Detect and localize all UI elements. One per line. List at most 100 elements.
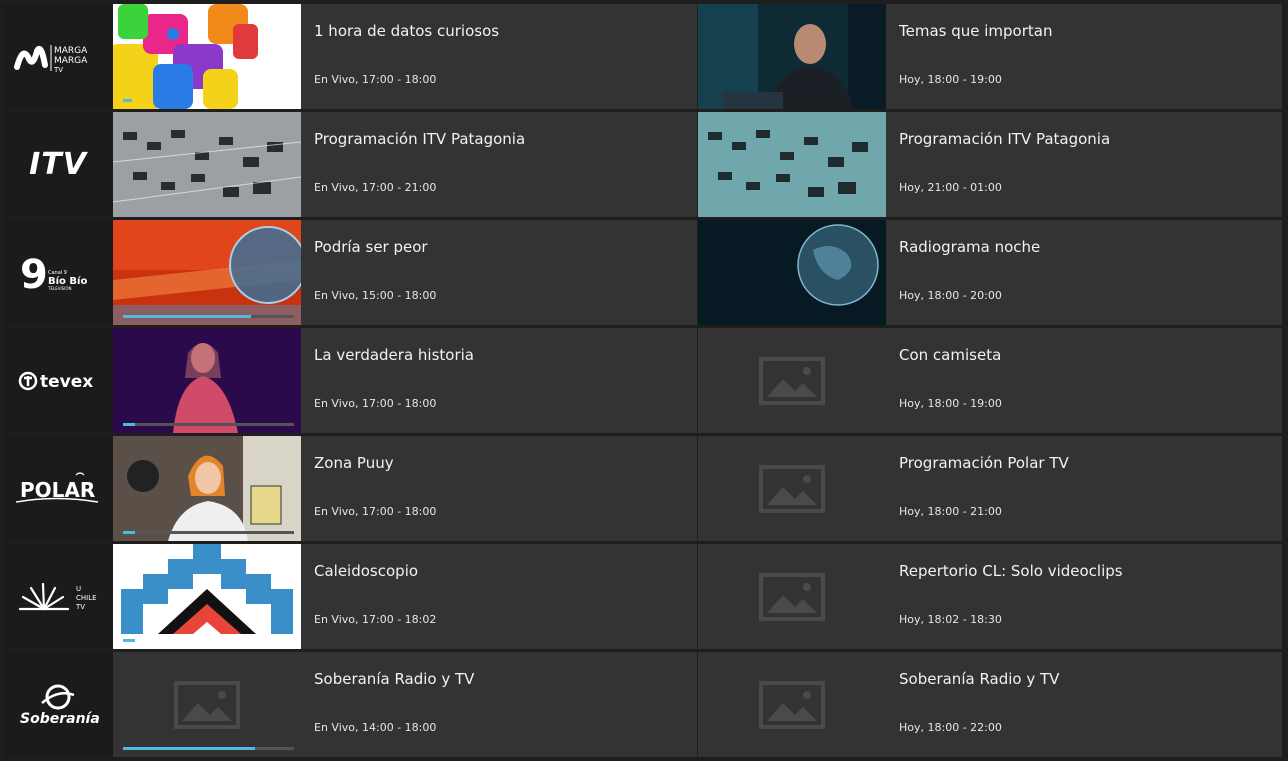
program-title: Podría ser peor — [314, 238, 428, 256]
soberania-logo-icon: Soberanía — [20, 684, 100, 727]
program-now[interactable]: Podría ser peor En Vivo, 15:00 - 18:00 — [113, 220, 697, 325]
program-thumbnail — [113, 220, 301, 325]
channel-logo-polar[interactable]: POLAR — [3, 436, 113, 541]
program-thumbnail — [698, 544, 886, 649]
program-next[interactable]: Programación ITV Patagonia Hoy, 21:00 - … — [698, 112, 1282, 217]
image-placeholder-icon — [759, 572, 825, 621]
channel-logo-tevex[interactable]: tevex — [3, 328, 113, 433]
program-title: Con camiseta — [899, 346, 1002, 364]
progress-fill — [123, 639, 135, 642]
program-time: En Vivo, 17:00 - 18:00 — [314, 505, 437, 518]
svg-text:CHILE: CHILE — [76, 594, 97, 602]
svg-text:MARGA: MARGA — [54, 46, 88, 56]
program-title: Programación ITV Patagonia — [899, 130, 1111, 148]
channel-row: U CHILE TV Caleidoscopio En Vivo, 17:00 … — [0, 544, 1288, 649]
polar-logo-icon: POLAR — [16, 471, 99, 503]
program-thumbnail — [113, 652, 301, 757]
svg-text:TELEVISIÓN: TELEVISIÓN — [47, 286, 72, 291]
dark-earth-image — [698, 220, 886, 325]
program-time: En Vivo, 17:00 - 18:00 — [314, 397, 437, 410]
channel-row: tevex La verdadera historia En Vivo, 17:… — [0, 328, 1288, 433]
program-thumbnail — [698, 328, 886, 433]
program-next[interactable]: Con camiseta Hoy, 18:00 - 19:00 — [698, 328, 1282, 433]
program-thumbnail — [698, 652, 886, 757]
program-time: En Vivo, 17:00 - 21:00 — [314, 181, 437, 194]
program-thumbnail — [698, 112, 886, 217]
tevex-logo-icon: tevex — [18, 371, 93, 392]
program-title: Repertorio CL: Solo videoclips — [899, 562, 1123, 580]
program-time: En Vivo, 17:00 - 18:02 — [314, 613, 437, 626]
program-time: Hoy, 18:00 - 19:00 — [899, 397, 1002, 410]
progress-fill — [123, 747, 255, 750]
svg-text:TV: TV — [75, 603, 85, 611]
program-time: Hoy, 18:00 - 19:00 — [899, 73, 1002, 86]
canal-9-bio-bio-logo-icon: 9 Canal 9 Bío Bío TELEVISIÓN — [20, 252, 87, 298]
progress-fill — [123, 315, 252, 318]
program-time: Hoy, 18:00 - 21:00 — [899, 505, 1002, 518]
program-thumbnail — [113, 544, 301, 649]
program-next[interactable]: Programación Polar TV Hoy, 18:00 - 21:00 — [698, 436, 1282, 541]
program-title: Programación ITV Patagonia — [314, 130, 526, 148]
mixer-console-image — [113, 112, 301, 217]
girl-with-book-image — [113, 436, 301, 541]
program-time: Hoy, 18:02 - 18:30 — [899, 613, 1002, 626]
channel-logo-bio-bio[interactable]: 9 Canal 9 Bío Bío TELEVISIÓN — [3, 220, 113, 325]
program-time: Hoy, 21:00 - 01:00 — [899, 181, 1002, 194]
svg-text:9: 9 — [20, 252, 48, 298]
channel-row: ITV Programación ITV Patagonia En Vivo, … — [0, 112, 1288, 217]
program-next[interactable]: Radiograma noche Hoy, 18:00 - 20:00 — [698, 220, 1282, 325]
program-now[interactable]: Soberanía Radio y TV En Vivo, 14:00 - 18… — [113, 652, 697, 757]
program-now[interactable]: 1 hora de datos curiosos En Vivo, 17:00 … — [113, 4, 697, 109]
program-title: Soberanía Radio y TV — [899, 670, 1060, 688]
progress-bar — [123, 315, 294, 318]
svg-text:tevex: tevex — [40, 372, 93, 392]
program-title: Radiograma noche — [899, 238, 1041, 256]
image-placeholder-icon — [759, 464, 825, 513]
channel-logo-soberania[interactable]: Soberanía — [3, 652, 113, 757]
program-title: 1 hora de datos curiosos — [314, 22, 500, 40]
progress-bar — [123, 639, 294, 642]
woman-purple-image — [113, 328, 301, 433]
program-title: Temas que importan — [899, 22, 1053, 40]
program-time: En Vivo, 14:00 - 18:00 — [314, 721, 437, 734]
program-time: En Vivo, 17:00 - 18:00 — [314, 73, 437, 86]
program-thumbnail — [698, 436, 886, 541]
program-thumbnail — [113, 436, 301, 541]
channel-row: POLAR Zona Puuy En Vivo, 17:00 - 18:00 P… — [0, 436, 1288, 541]
progress-fill — [123, 423, 135, 426]
program-time: Hoy, 18:00 - 20:00 — [899, 289, 1002, 302]
channel-logo-itv[interactable]: ITV — [3, 112, 113, 217]
program-now[interactable]: La verdadera historia En Vivo, 17:00 - 1… — [113, 328, 697, 433]
program-thumbnail — [698, 4, 886, 109]
progress-fill — [123, 99, 132, 102]
svg-text:U: U — [76, 585, 81, 593]
image-placeholder-icon — [759, 356, 825, 405]
program-now[interactable]: Caleidoscopio En Vivo, 17:00 - 18:02 — [113, 544, 697, 649]
epg-grid: MARGA MARGA TV 1 hora de datos curiosos … — [0, 0, 1288, 761]
program-thumbnail — [113, 4, 301, 109]
mixer-console-teal-image — [698, 112, 886, 217]
program-thumbnail — [113, 328, 301, 433]
program-next[interactable]: Soberanía Radio y TV Hoy, 18:00 - 22:00 — [698, 652, 1282, 757]
program-next[interactable]: Temas que importan Hoy, 18:00 - 19:00 — [698, 4, 1282, 109]
channel-row: Soberanía Soberanía Radio y TV En Vivo, … — [0, 652, 1288, 757]
red-globe-image — [113, 220, 301, 325]
progress-fill — [123, 531, 135, 534]
image-placeholder-icon — [759, 680, 825, 729]
program-next[interactable]: Repertorio CL: Solo videoclips Hoy, 18:0… — [698, 544, 1282, 649]
program-title: Zona Puuy — [314, 454, 394, 472]
program-thumbnail — [113, 112, 301, 217]
program-thumbnail — [698, 220, 886, 325]
program-time: Hoy, 18:00 - 22:00 — [899, 721, 1002, 734]
program-time: En Vivo, 15:00 - 18:00 — [314, 289, 437, 302]
channel-logo-marga-marga[interactable]: MARGA MARGA TV — [3, 4, 113, 109]
marga-marga-tv-logo-icon: MARGA MARGA TV — [14, 44, 88, 74]
progress-bar — [123, 531, 294, 534]
man-at-desk-image — [698, 4, 886, 109]
program-now[interactable]: Programación ITV Patagonia En Vivo, 17:0… — [113, 112, 697, 217]
program-title: Soberanía Radio y TV — [314, 670, 475, 688]
image-placeholder-icon — [174, 680, 240, 729]
channel-logo-uchile[interactable]: U CHILE TV — [3, 544, 113, 649]
program-title: Programación Polar TV — [899, 454, 1069, 472]
program-now[interactable]: Zona Puuy En Vivo, 17:00 - 18:00 — [113, 436, 697, 541]
